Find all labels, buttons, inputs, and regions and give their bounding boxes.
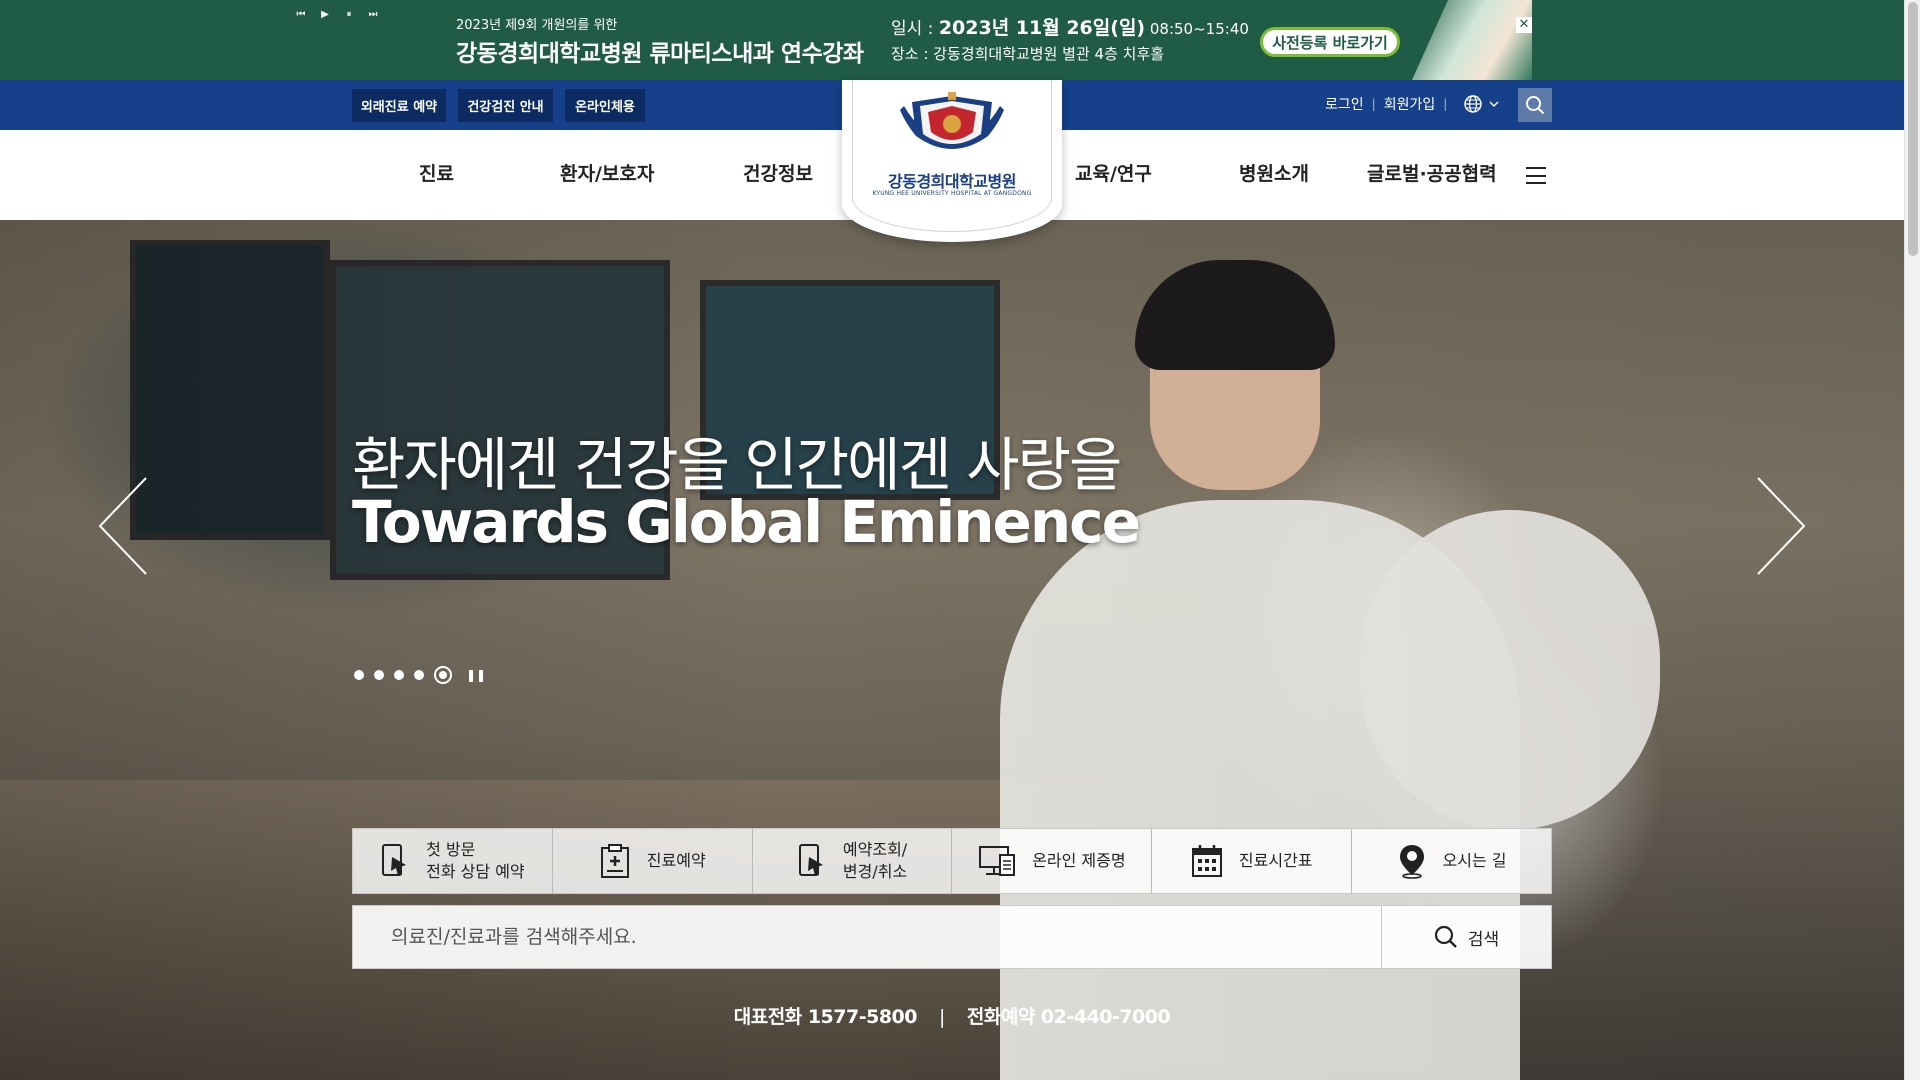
prev-slide-arrow-icon[interactable]	[96, 476, 156, 576]
hero-headline-en: Towards Global Eminence	[352, 488, 1141, 556]
promo-register-button[interactable]: 사전등록 바로가기	[1260, 27, 1400, 57]
search-icon	[1434, 925, 1457, 948]
separator: |	[1371, 97, 1376, 111]
quick-menu-schedule[interactable]: 진료시간표	[1152, 829, 1353, 893]
phone-doc-icon	[382, 844, 407, 876]
phone-numbers: 대표전화 1577-5800 | 전화예약 02-440-7000	[0, 1002, 1904, 1029]
chevron-down-icon	[1489, 101, 1499, 107]
search-button-label: 검색	[1467, 929, 1500, 950]
promo-play-button[interactable]: ▶	[316, 6, 334, 22]
slider-pause-icon[interactable]: ❚❚	[466, 668, 486, 682]
doctor-search-button[interactable]: 검색	[1381, 906, 1551, 968]
hospital-logo[interactable]: 강동경희대학교병원 KYUNG HEE UNIVERSITY HOSPITAL …	[842, 80, 1062, 242]
quick-link-checkup[interactable]: 건강검진 안내	[458, 89, 553, 122]
nav-item-patients[interactable]: 환자/보호자	[560, 159, 654, 186]
reservation-phone: 전화예약 02-440-7000	[966, 1006, 1171, 1028]
clipboard-plus-icon	[600, 844, 629, 878]
slide-dot-1[interactable]	[354, 670, 364, 680]
quick-menu-certificates[interactable]: 온라인 제증명	[952, 829, 1153, 893]
quick-menu-label: 진료예약	[646, 851, 706, 870]
nav-item-education[interactable]: 교육/연구	[1075, 159, 1152, 186]
join-link[interactable]: 회원가입	[1384, 94, 1436, 114]
menu-icon[interactable]	[1526, 167, 1546, 184]
slide-dot-3[interactable]	[394, 670, 404, 680]
doctor-search-input[interactable]	[353, 906, 1381, 968]
slide-indicators: ❚❚	[354, 666, 486, 684]
logo-english-name: KYUNG HEE UNIVERSITY HOSPITAL AT GANGDON…	[872, 190, 1032, 197]
globe-icon	[1464, 95, 1482, 113]
quick-menu-label: 오시는 길	[1442, 851, 1507, 870]
page-scrollbar[interactable]	[1904, 0, 1920, 1080]
quick-menu-reservation[interactable]: 진료예약	[553, 829, 753, 893]
separator: |	[938, 1006, 945, 1028]
promo-time: 08:50~15:40	[1145, 20, 1249, 38]
main-phone: 대표전화 1577-5800	[733, 1006, 918, 1028]
hero-slider: 환자에겐 건강을 인간에겐 사랑을 Towards Global Eminenc…	[0, 220, 1904, 1080]
computer-doc-icon	[979, 846, 1016, 876]
promo-next-button[interactable]: ⏭	[364, 6, 382, 22]
slide-dot-4[interactable]	[414, 670, 424, 680]
header-search-button[interactable]	[1518, 88, 1552, 122]
nav-item-care[interactable]: 진료	[419, 159, 454, 186]
nav-item-about[interactable]: 병원소개	[1239, 159, 1309, 186]
nav-item-health-info[interactable]: 건강정보	[743, 159, 813, 186]
promo-date: 일시 : 2023년 11월 26일(일) 08:50~15:40	[891, 13, 1249, 40]
promo-date-label: 일시 :	[891, 19, 939, 39]
separator: |	[1443, 97, 1448, 111]
quick-link-online[interactable]: 온라인체용	[565, 89, 645, 122]
promo-illustration	[1412, 0, 1532, 80]
emblem-icon	[900, 92, 1004, 149]
account-links: 로그인 | 회원가입 |	[1325, 94, 1499, 114]
quick-menu: 첫 방문 전화 상담 예약 진료예약 예약조회/ 변경/취소 온라인 제증명 진…	[352, 828, 1552, 894]
slide-dot-2[interactable]	[374, 670, 384, 680]
quick-menu-label: 예약조회/ 변경/취소	[842, 840, 908, 881]
promo-pause-button[interactable]: ⏸	[340, 6, 358, 22]
promo-controls: ⏮ ▶ ⏸ ⏭	[292, 6, 382, 22]
quick-link-outpatient[interactable]: 외래진료 예약	[352, 89, 446, 122]
calendar-icon	[1191, 845, 1222, 877]
promo-date-value: 2023년 11월 26일(일)	[938, 17, 1146, 39]
location-pin-icon	[1399, 845, 1424, 879]
promo-prev-button[interactable]: ⏮	[292, 6, 310, 22]
promo-close-icon[interactable]: ✕	[1516, 17, 1532, 33]
nav-item-global[interactable]: 글로벌·공공협력	[1367, 159, 1497, 186]
promo-banner: ⏮ ▶ ⏸ ⏭ 2023년 제9회 개원의를 위한 강동경희대학교병원 류마티스…	[0, 0, 1904, 80]
promo-subtitle: 2023년 제9회 개원의를 위한	[456, 18, 618, 33]
slide-dot-5[interactable]	[434, 666, 452, 684]
doctor-search-box: 검색	[352, 905, 1552, 969]
promo-place: 장소 : 강동경희대학교병원 별관 4층 치후홀	[891, 45, 1165, 63]
quick-menu-check-reservation[interactable]: 예약조회/ 변경/취소	[753, 829, 953, 893]
quick-menu-label: 첫 방문 전화 상담 예약	[426, 840, 525, 881]
scrollbar-thumb[interactable]	[1908, 2, 1918, 256]
next-slide-arrow-icon[interactable]	[1748, 476, 1808, 576]
quick-menu-directions[interactable]: 오시는 길	[1352, 829, 1551, 893]
quick-menu-label: 온라인 제증명	[1032, 851, 1126, 870]
search-icon	[1526, 96, 1545, 115]
language-selector[interactable]	[1463, 94, 1499, 114]
login-link[interactable]: 로그인	[1325, 94, 1364, 114]
phone-check-icon	[798, 844, 823, 876]
quick-menu-label: 진료시간표	[1238, 851, 1313, 870]
quick-menu-first-visit[interactable]: 첫 방문 전화 상담 예약	[353, 829, 553, 893]
logo-name: 강동경희대학교병원	[888, 172, 1016, 191]
promo-title: 강동경희대학교병원 류마티스내과 연수강좌	[456, 41, 864, 67]
